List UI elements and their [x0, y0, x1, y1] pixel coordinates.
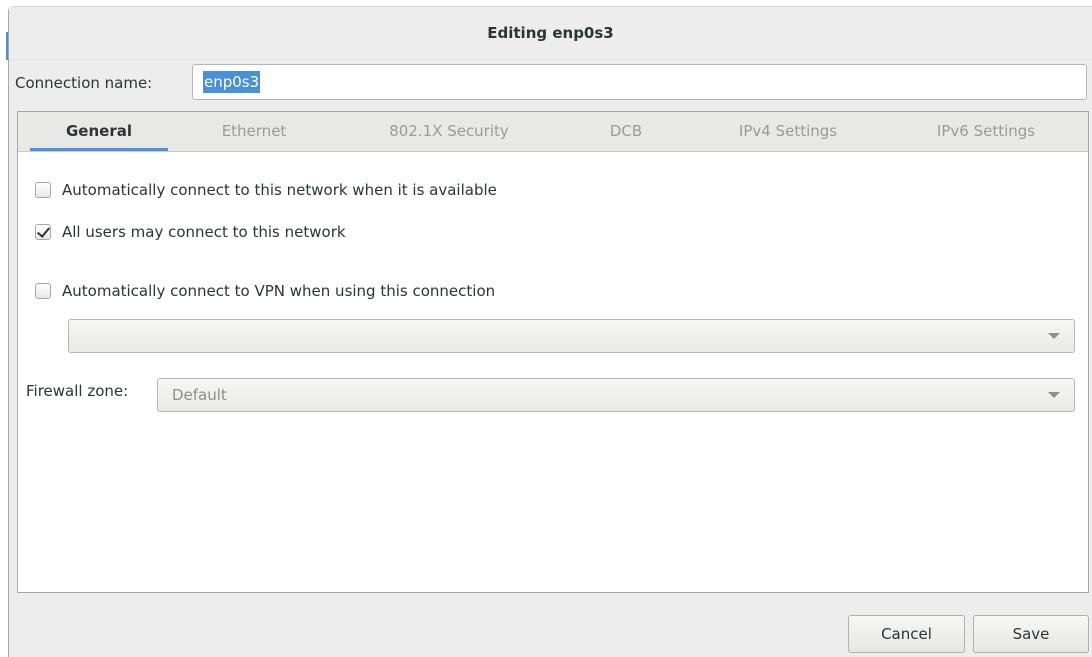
- connection-name-label: Connection name:: [15, 74, 153, 92]
- tab-general[interactable]: General: [30, 112, 168, 151]
- all-users-checkbox[interactable]: [35, 224, 51, 240]
- dialog-title: Editing enp0s3: [9, 7, 1092, 60]
- auto-connect-checkbox[interactable]: [35, 182, 51, 198]
- cancel-button[interactable]: Cancel: [848, 615, 965, 653]
- tab-dcb[interactable]: DCB: [576, 112, 676, 151]
- tab-ipv4-settings[interactable]: IPv4 Settings: [698, 112, 878, 151]
- tab-8021x-security[interactable]: 802.1X Security: [350, 112, 548, 151]
- chevron-down-icon: [1048, 333, 1060, 339]
- settings-panel: General Ethernet 802.1X Security DCB IPv…: [17, 111, 1089, 593]
- auto-connect-label: Automatically connect to this network wh…: [62, 181, 497, 199]
- firewall-zone-select[interactable]: Default: [157, 378, 1075, 412]
- firewall-zone-label: Firewall zone:: [26, 382, 129, 400]
- auto-vpn-label: Automatically connect to VPN when using …: [62, 282, 496, 300]
- tab-ipv6-settings[interactable]: IPv6 Settings: [894, 112, 1078, 151]
- tab-ethernet[interactable]: Ethernet: [186, 112, 322, 151]
- chevron-down-icon: [1048, 392, 1060, 398]
- tab-bar: General Ethernet 802.1X Security DCB IPv…: [18, 112, 1088, 152]
- auto-vpn-checkbox[interactable]: [35, 283, 51, 299]
- firewall-zone-value: Default: [172, 386, 227, 404]
- auto-connect-row[interactable]: Automatically connect to this network wh…: [35, 178, 497, 202]
- all-users-label: All users may connect to this network: [62, 223, 346, 241]
- save-button[interactable]: Save: [973, 615, 1089, 653]
- connection-name-row: Connection name: enp0s3: [9, 64, 1092, 102]
- auto-vpn-row[interactable]: Automatically connect to VPN when using …: [35, 279, 495, 303]
- connection-name-input[interactable]: enp0s3: [192, 64, 1087, 100]
- edit-connection-dialog: Editing enp0s3 Connection name: enp0s3 G…: [8, 6, 1092, 657]
- vpn-select[interactable]: [68, 319, 1075, 353]
- connection-name-value: enp0s3: [203, 71, 261, 93]
- all-users-row[interactable]: All users may connect to this network: [35, 220, 346, 244]
